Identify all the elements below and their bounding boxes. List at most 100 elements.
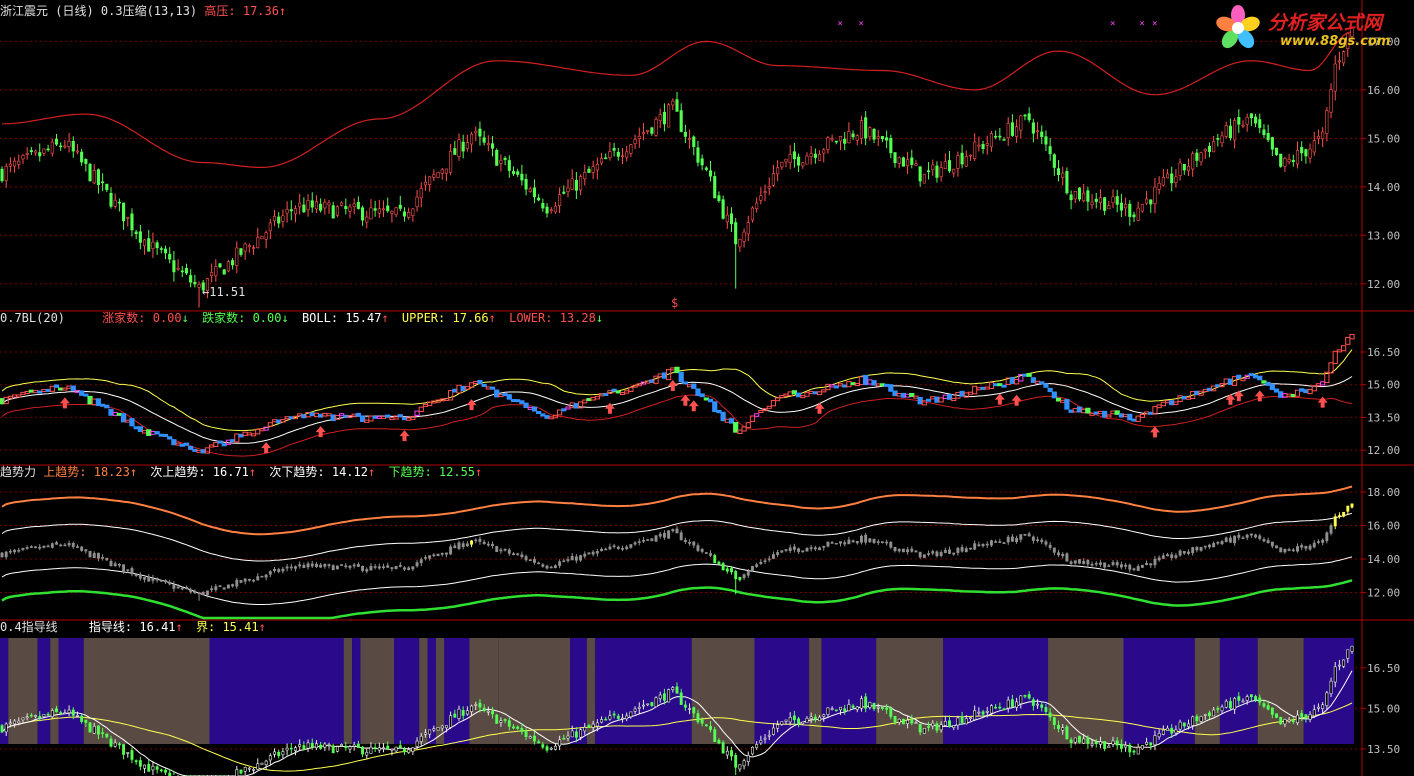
regime-segment <box>586 638 596 744</box>
candle-body <box>562 191 566 194</box>
candle-body <box>361 746 365 755</box>
step-box <box>565 406 571 410</box>
candle-body <box>214 266 218 277</box>
candle-body <box>562 738 566 740</box>
candle-body <box>566 735 570 739</box>
step-box <box>91 398 97 406</box>
step-box <box>129 418 135 427</box>
candle-body <box>1237 534 1241 538</box>
candle-body <box>243 578 247 582</box>
candle-body <box>1300 147 1304 154</box>
candle-body <box>818 716 821 721</box>
candle-body <box>797 548 801 552</box>
panel3-title: 趋势力 <box>0 465 37 479</box>
candle-body <box>679 692 683 705</box>
step-box <box>582 399 588 404</box>
candle-body <box>817 153 822 161</box>
panel2-item-value: 15.47 <box>345 311 382 325</box>
step-box <box>1349 334 1355 340</box>
step-box <box>1001 384 1007 388</box>
candle-body <box>444 168 448 174</box>
buy-arrow-icon <box>1149 426 1160 438</box>
candle-body <box>382 747 385 750</box>
candle-body <box>776 167 780 175</box>
candle-body <box>55 708 58 712</box>
candle-body <box>797 718 801 724</box>
candle-body <box>147 576 151 582</box>
candle-body <box>17 549 21 552</box>
candle-body <box>1325 110 1329 134</box>
candle-body <box>696 545 700 551</box>
candle-body <box>17 720 21 724</box>
step-box <box>1299 388 1305 392</box>
candle-body <box>742 231 746 242</box>
candle-body <box>449 151 453 173</box>
candle-body <box>960 547 964 552</box>
candle-body <box>486 710 490 713</box>
step-box <box>611 388 617 392</box>
step-box <box>829 384 835 388</box>
candle-body <box>650 127 654 134</box>
candle-body <box>335 746 339 752</box>
regime-segment <box>209 638 344 744</box>
step-box <box>242 431 248 436</box>
candle-body <box>84 719 88 723</box>
candle-body <box>977 544 981 546</box>
candle-body <box>1279 153 1283 167</box>
step-box <box>1261 380 1267 384</box>
candle-body <box>755 564 759 567</box>
candle-body <box>595 164 599 171</box>
candle-body <box>864 534 868 543</box>
candle-body <box>738 238 742 248</box>
step-box <box>489 386 496 390</box>
candle-body <box>650 702 654 706</box>
step-box <box>355 412 361 417</box>
candle-body <box>470 133 474 145</box>
panel3-header: 趋势力 上趋势: 18.23↑ 次上趋势: 16.71↑ 次下趋势: 14.12… <box>0 465 482 479</box>
candle-body <box>1136 566 1140 571</box>
candle-body <box>67 709 71 714</box>
candle-body <box>1287 159 1291 163</box>
candle-body <box>1254 534 1258 538</box>
candle-body <box>302 745 306 750</box>
candle-body <box>268 755 272 761</box>
step-box <box>250 433 257 437</box>
candle-body <box>927 726 931 728</box>
step-box <box>53 384 60 388</box>
step-box <box>728 418 735 424</box>
candle-body <box>71 140 75 152</box>
candle-body <box>952 725 956 729</box>
buy-arrow-icon <box>1254 390 1265 402</box>
candle-body <box>985 143 989 146</box>
candle-body <box>1153 735 1157 746</box>
candle-body <box>499 720 503 723</box>
step-box <box>1039 381 1045 385</box>
candle-body <box>96 725 100 735</box>
candle-body <box>700 158 704 166</box>
candle-body <box>981 544 985 547</box>
candle-body <box>423 181 428 186</box>
candle-body <box>834 140 838 143</box>
candle-body <box>55 542 58 545</box>
candle-body <box>499 549 503 552</box>
candle-body <box>608 151 612 158</box>
candle-body <box>822 714 826 717</box>
candle-body <box>612 545 616 548</box>
candle-body <box>1111 562 1115 565</box>
candle-body <box>252 769 256 771</box>
candle-body <box>407 567 411 570</box>
step-box <box>536 411 542 415</box>
step-box <box>540 413 546 417</box>
dollar-marker: $ <box>671 296 679 310</box>
candle-body <box>725 568 729 572</box>
candle-body <box>172 260 176 273</box>
candle-body <box>130 750 134 760</box>
step-box <box>125 419 131 423</box>
candle-body <box>1258 697 1262 703</box>
candle-body <box>1266 133 1270 141</box>
candle-body <box>579 555 583 561</box>
chart-canvas[interactable]: 17.0016.0015.0014.0013.0012.0016.5015.00… <box>0 0 1414 776</box>
candle-body <box>646 539 650 541</box>
candle-body <box>994 541 998 543</box>
step-box <box>951 398 957 402</box>
